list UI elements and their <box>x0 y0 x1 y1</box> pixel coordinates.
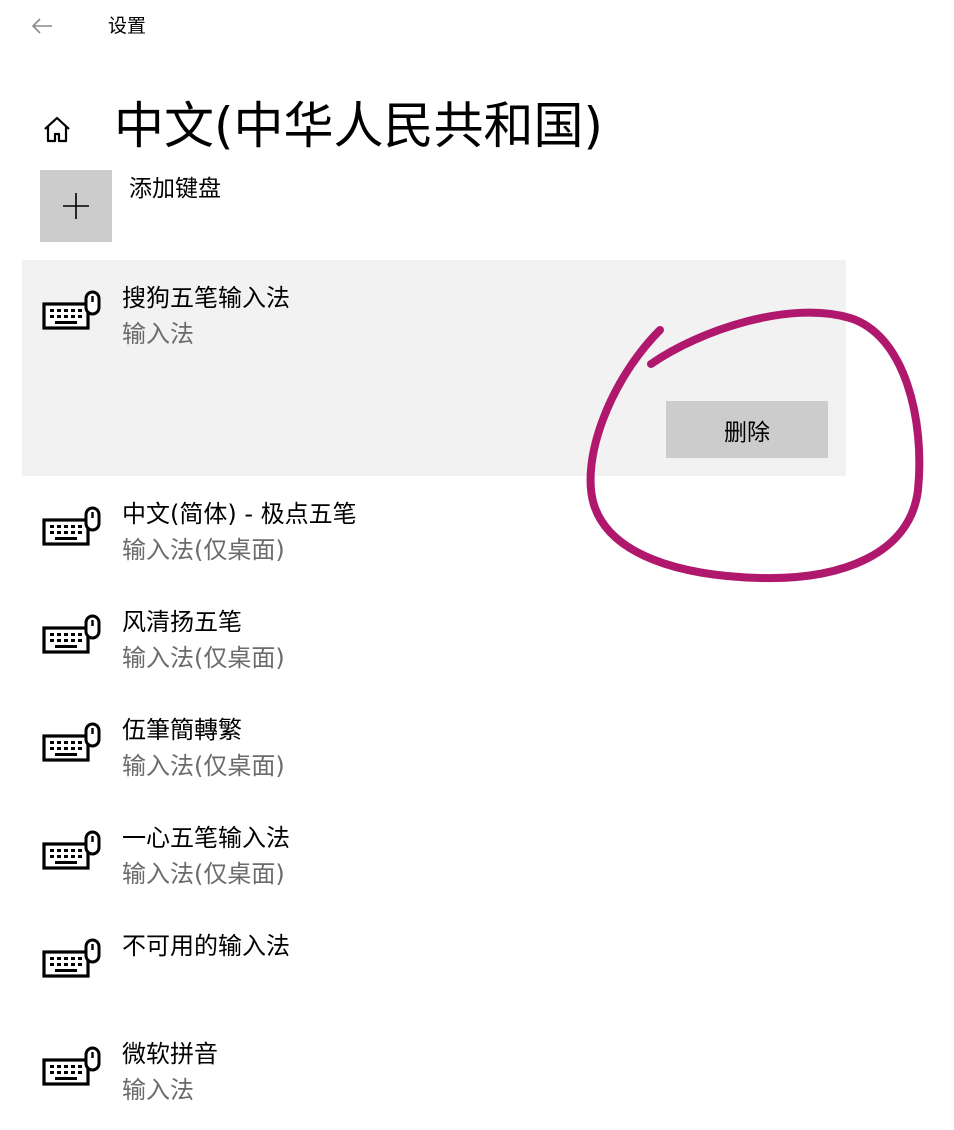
add-keyboard-tile[interactable] <box>40 170 112 242</box>
ime-type: 输入法(仅桌面) <box>122 860 285 888</box>
app-title: 设置 <box>108 15 147 37</box>
back-button[interactable] <box>22 8 62 44</box>
keyboard-icon <box>42 506 101 546</box>
title-bar: 设置 <box>0 0 954 52</box>
ime-item-wubi-jianzhuanfan[interactable]: 伍筆簡轉繁 输入法(仅桌面) <box>22 692 846 800</box>
ime-type: 输入法(仅桌面) <box>122 752 285 780</box>
keyboard-icon <box>42 830 101 870</box>
ime-name: 风清扬五笔 <box>122 608 242 636</box>
ime-type: 输入法 <box>122 320 194 348</box>
ime-type: 输入法(仅桌面) <box>122 536 285 564</box>
ime-name: 微软拼音 <box>122 1040 218 1068</box>
add-keyboard-label: 添加键盘 <box>129 176 221 202</box>
ime-name: 一心五笔输入法 <box>122 824 290 852</box>
keyboard-icon <box>42 290 101 330</box>
input-method-list: 搜狗五笔输入法 输入法 删除 中文(简体) - 极点五笔 输入法(仅桌面) 风清… <box>22 260 846 1124</box>
home-icon[interactable] <box>38 110 76 148</box>
ime-name: 伍筆簡轉繁 <box>122 716 242 744</box>
ime-item-sogou-wubi[interactable]: 搜狗五笔输入法 输入法 删除 <box>22 260 846 476</box>
ime-type: 输入法 <box>122 1076 194 1104</box>
add-keyboard-button[interactable]: 添加键盘 <box>40 170 340 242</box>
ime-item-jidian-wubi[interactable]: 中文(简体) - 极点五笔 输入法(仅桌面) <box>22 476 846 584</box>
keyboard-icon <box>42 614 101 654</box>
ime-item-fengqingyang-wubi[interactable]: 风清扬五笔 输入法(仅桌面) <box>22 584 846 692</box>
ime-item-yixin-wubi[interactable]: 一心五笔输入法 输入法(仅桌面) <box>22 800 846 908</box>
plus-icon <box>63 193 89 219</box>
remove-button[interactable]: 删除 <box>666 401 828 458</box>
ime-name: 中文(简体) - 极点五笔 <box>122 500 357 528</box>
ime-type: 输入法(仅桌面) <box>122 644 285 672</box>
keyboard-icon <box>42 1046 101 1086</box>
page-title: 中文(中华人民共和国) <box>114 97 604 155</box>
back-arrow-icon <box>31 18 52 34</box>
ime-name: 不可用的输入法 <box>122 932 290 960</box>
ime-item-unavailable[interactable]: 不可用的输入法 <box>22 908 846 1016</box>
keyboard-icon <box>42 722 101 762</box>
ime-item-microsoft-pinyin[interactable]: 微软拼音 输入法 <box>22 1016 846 1124</box>
ime-name: 搜狗五笔输入法 <box>122 284 290 312</box>
keyboard-icon <box>42 938 101 978</box>
